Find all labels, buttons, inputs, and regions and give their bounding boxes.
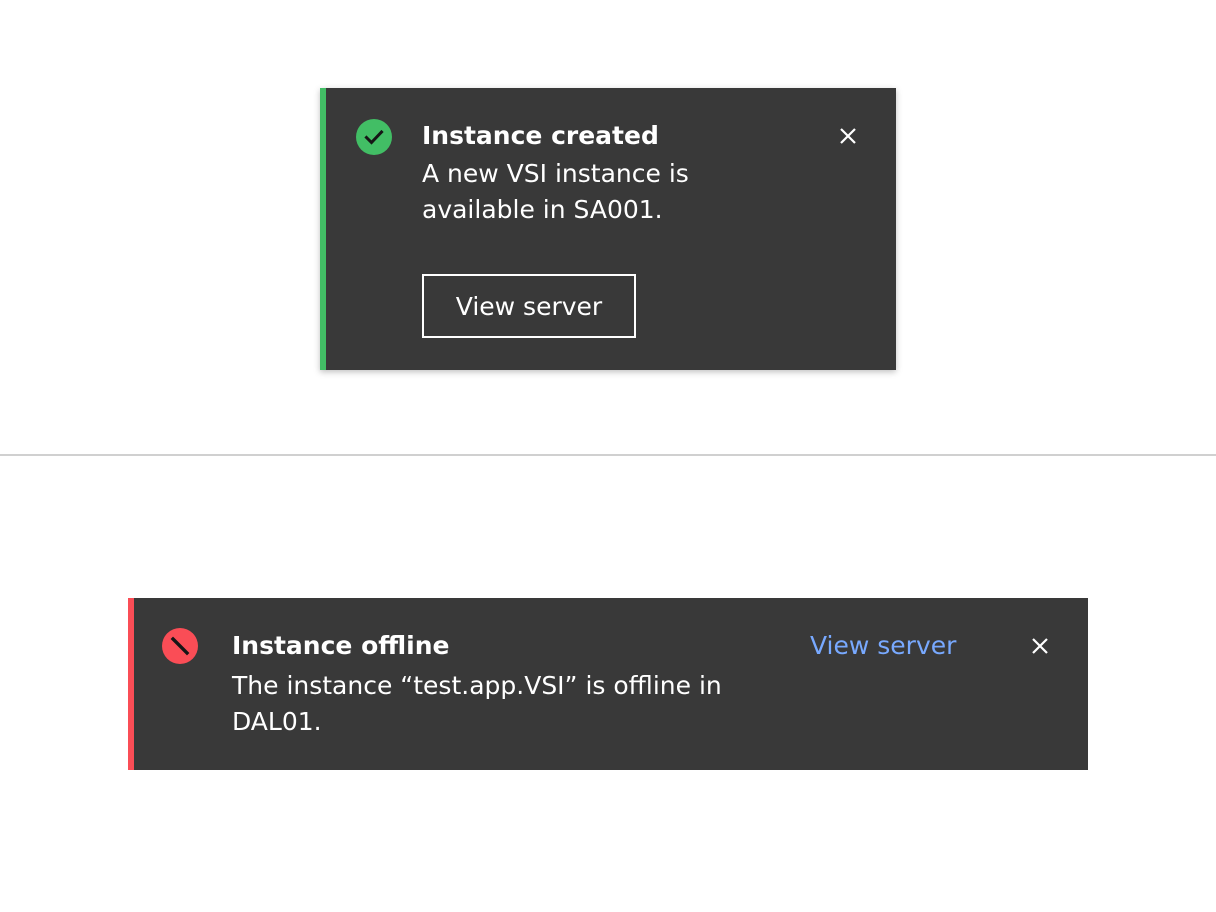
section-divider	[0, 454, 1216, 456]
close-icon[interactable]	[834, 122, 862, 150]
close-icon[interactable]	[1026, 632, 1054, 660]
checkmark-filled-icon	[356, 119, 392, 155]
notification-subtitle: The instance “test.app.VSI” is offline i…	[232, 671, 722, 736]
view-server-link[interactable]: View server	[810, 628, 956, 664]
notification-title: Instance offline	[232, 631, 450, 660]
view-server-button[interactable]: View server	[422, 274, 636, 338]
inline-notification-error: Instance offline The instance “test.app.…	[128, 598, 1088, 770]
error-filled-icon	[162, 628, 198, 664]
notification-subtitle: A new VSI instance is available in SA001…	[422, 159, 689, 224]
notification-title: Instance created	[422, 121, 659, 150]
toast-notification-success: Instance created A new VSI instance is a…	[320, 88, 896, 370]
